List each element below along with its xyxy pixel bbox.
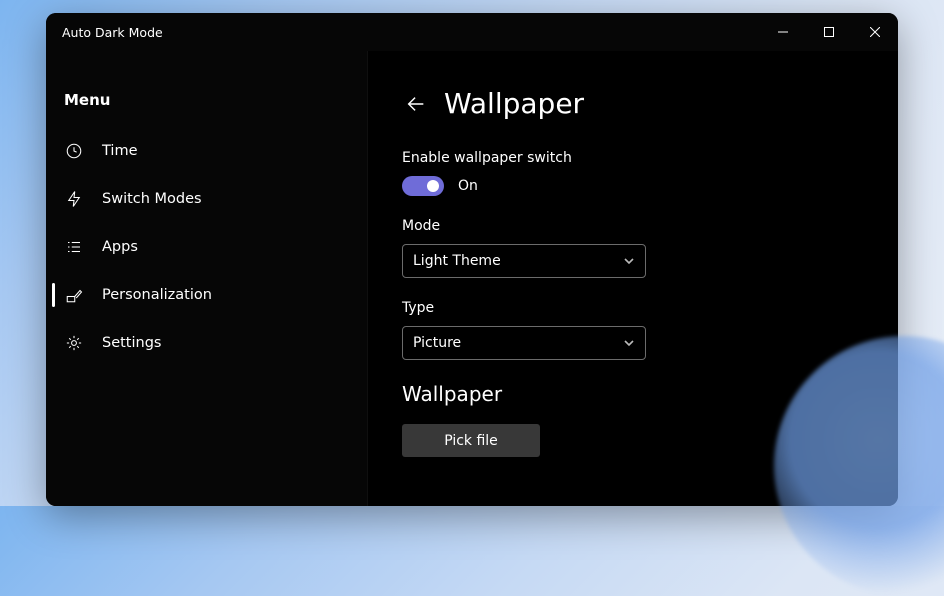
sidebar-heading: Menu bbox=[56, 67, 357, 127]
titlebar[interactable]: Auto Dark Mode bbox=[46, 13, 898, 51]
close-icon bbox=[870, 27, 880, 37]
sidebar-item-label: Apps bbox=[102, 239, 138, 255]
mode-select[interactable]: Light Theme bbox=[402, 244, 646, 278]
type-label: Type bbox=[402, 300, 864, 316]
main-panel: Wallpaper Enable wallpaper switch On Mod… bbox=[368, 51, 898, 506]
clock-icon bbox=[64, 141, 84, 161]
sidebar-item-label: Switch Modes bbox=[102, 191, 202, 207]
toggle-state-label: On bbox=[458, 178, 478, 194]
enable-switch-toggle[interactable] bbox=[402, 176, 444, 196]
back-button[interactable] bbox=[402, 90, 430, 118]
sidebar-item-label: Time bbox=[102, 143, 138, 159]
minimize-button[interactable] bbox=[760, 13, 806, 51]
list-icon bbox=[64, 237, 84, 257]
pick-file-button[interactable]: Pick file bbox=[402, 424, 540, 457]
mode-label: Mode bbox=[402, 218, 864, 234]
window-title: Auto Dark Mode bbox=[62, 25, 163, 40]
sidebar-item-personalization[interactable]: Personalization bbox=[56, 271, 357, 319]
mode-value: Light Theme bbox=[413, 253, 501, 269]
lightning-icon bbox=[64, 189, 84, 209]
enable-switch-group: Enable wallpaper switch On bbox=[402, 150, 864, 196]
sidebar-item-label: Personalization bbox=[102, 287, 212, 303]
page-title: Wallpaper bbox=[444, 87, 584, 120]
chevron-down-icon bbox=[623, 255, 635, 267]
toggle-knob bbox=[427, 180, 439, 192]
page-header: Wallpaper bbox=[402, 87, 864, 120]
arrow-left-icon bbox=[405, 93, 427, 115]
mode-group: Mode Light Theme bbox=[402, 218, 864, 278]
close-button[interactable] bbox=[852, 13, 898, 51]
enable-switch-label: Enable wallpaper switch bbox=[402, 150, 864, 166]
personalization-icon bbox=[64, 285, 84, 305]
sidebar: Menu Time Switch Modes Apps bbox=[46, 51, 368, 506]
sidebar-item-apps[interactable]: Apps bbox=[56, 223, 357, 271]
app-window: Auto Dark Mode Menu Time Swit bbox=[46, 13, 898, 506]
minimize-icon bbox=[778, 27, 788, 37]
type-value: Picture bbox=[413, 335, 461, 351]
sidebar-item-time[interactable]: Time bbox=[56, 127, 357, 175]
content-area: Menu Time Switch Modes Apps bbox=[46, 51, 898, 506]
pick-file-label: Pick file bbox=[444, 433, 498, 449]
sidebar-item-switch-modes[interactable]: Switch Modes bbox=[56, 175, 357, 223]
chevron-down-icon bbox=[623, 337, 635, 349]
sidebar-item-label: Settings bbox=[102, 335, 161, 351]
enable-switch-toggle-row: On bbox=[402, 176, 864, 196]
maximize-icon bbox=[824, 27, 834, 37]
type-select[interactable]: Picture bbox=[402, 326, 646, 360]
maximize-button[interactable] bbox=[806, 13, 852, 51]
gear-icon bbox=[64, 333, 84, 353]
wallpaper-section-heading: Wallpaper bbox=[402, 382, 864, 406]
sidebar-item-settings[interactable]: Settings bbox=[56, 319, 357, 367]
type-group: Type Picture bbox=[402, 300, 864, 360]
